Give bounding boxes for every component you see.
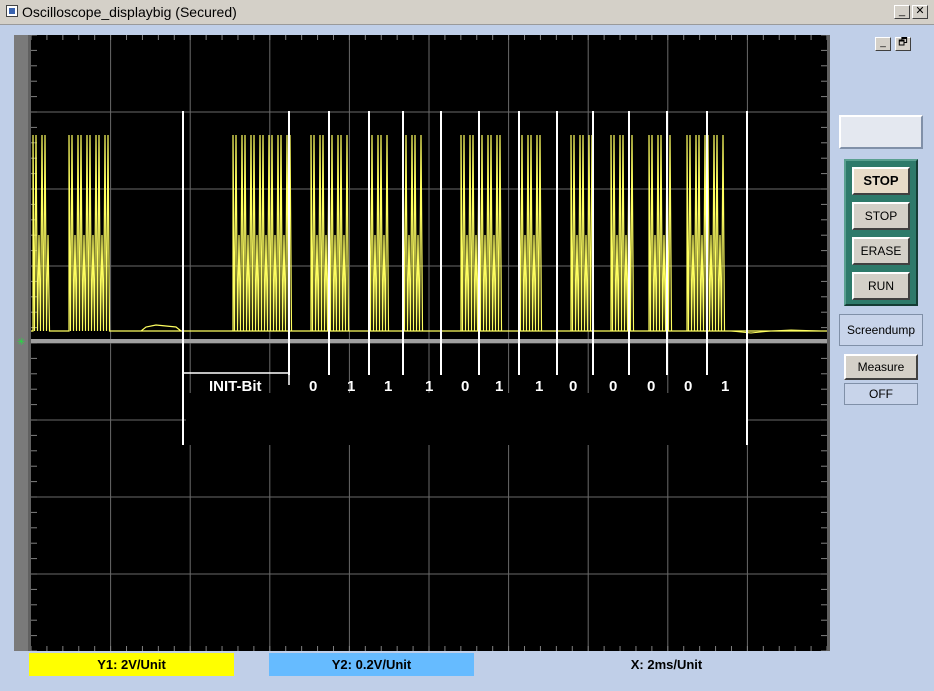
bit-label: 0 [309, 378, 317, 395]
inner-minimize-button[interactable]: _ [875, 37, 891, 51]
oscilloscope-screen[interactable]: INIT-Bit 0 1 1 1 0 1 1 0 0 0 0 1 [31, 35, 827, 651]
app-icon [6, 5, 18, 17]
bit-label: 0 [647, 378, 655, 395]
y1-scale-label: Y1: 2V/Unit [29, 653, 234, 676]
bit-label: 1 [495, 378, 503, 395]
bit-labels: 0 1 1 1 0 1 1 0 0 0 0 1 [309, 378, 729, 395]
close-button[interactable]: ✕ [912, 5, 928, 19]
y2-scale-label: Y2: 0.2V/Unit [269, 653, 474, 676]
window-title: Oscilloscope_displaybig (Secured) [22, 4, 237, 20]
bit-label: 0 [569, 378, 577, 395]
bit-label: 1 [721, 378, 729, 395]
control-panel: STOP STOP ERASE RUN [844, 159, 918, 306]
inner-restore-button[interactable]: 🗗 [895, 37, 911, 51]
title-bar: Oscilloscope_displaybig (Secured) _ ✕ [0, 0, 934, 25]
measure-state-indicator[interactable]: OFF [844, 383, 918, 405]
bit-label: 0 [609, 378, 617, 395]
erase-button[interactable]: ERASE [852, 237, 910, 265]
bit-label: 0 [684, 378, 692, 395]
oscilloscope-display: INIT-Bit 0 1 1 1 0 1 1 0 0 0 0 1 [31, 35, 827, 651]
client-area: ✳ INIT-Bit 0 1 1 1 0 1 1 0 0 0 0 1 _ 🗗 STOP STOP ER… [0, 25, 934, 691]
trigger-marker-icon[interactable]: ✳ [17, 337, 25, 348]
stop-active-button[interactable]: STOP [852, 167, 910, 195]
bit-label: 1 [347, 378, 355, 395]
annotation-bg [186, 393, 746, 445]
bit-label: 1 [535, 378, 543, 395]
bit-label: 1 [384, 378, 392, 395]
run-button[interactable]: RUN [852, 272, 910, 300]
display-field [839, 115, 923, 149]
bit-label: 1 [425, 378, 433, 395]
minimize-button[interactable]: _ [894, 5, 910, 19]
stop-button[interactable]: STOP [852, 202, 910, 230]
screendump-button[interactable]: Screendump [839, 314, 923, 346]
x-scale-label: X: 2ms/Unit [630, 657, 703, 672]
measure-button[interactable]: Measure [844, 354, 918, 380]
init-bit-label: INIT-Bit [209, 378, 262, 395]
bit-label: 0 [461, 378, 469, 395]
